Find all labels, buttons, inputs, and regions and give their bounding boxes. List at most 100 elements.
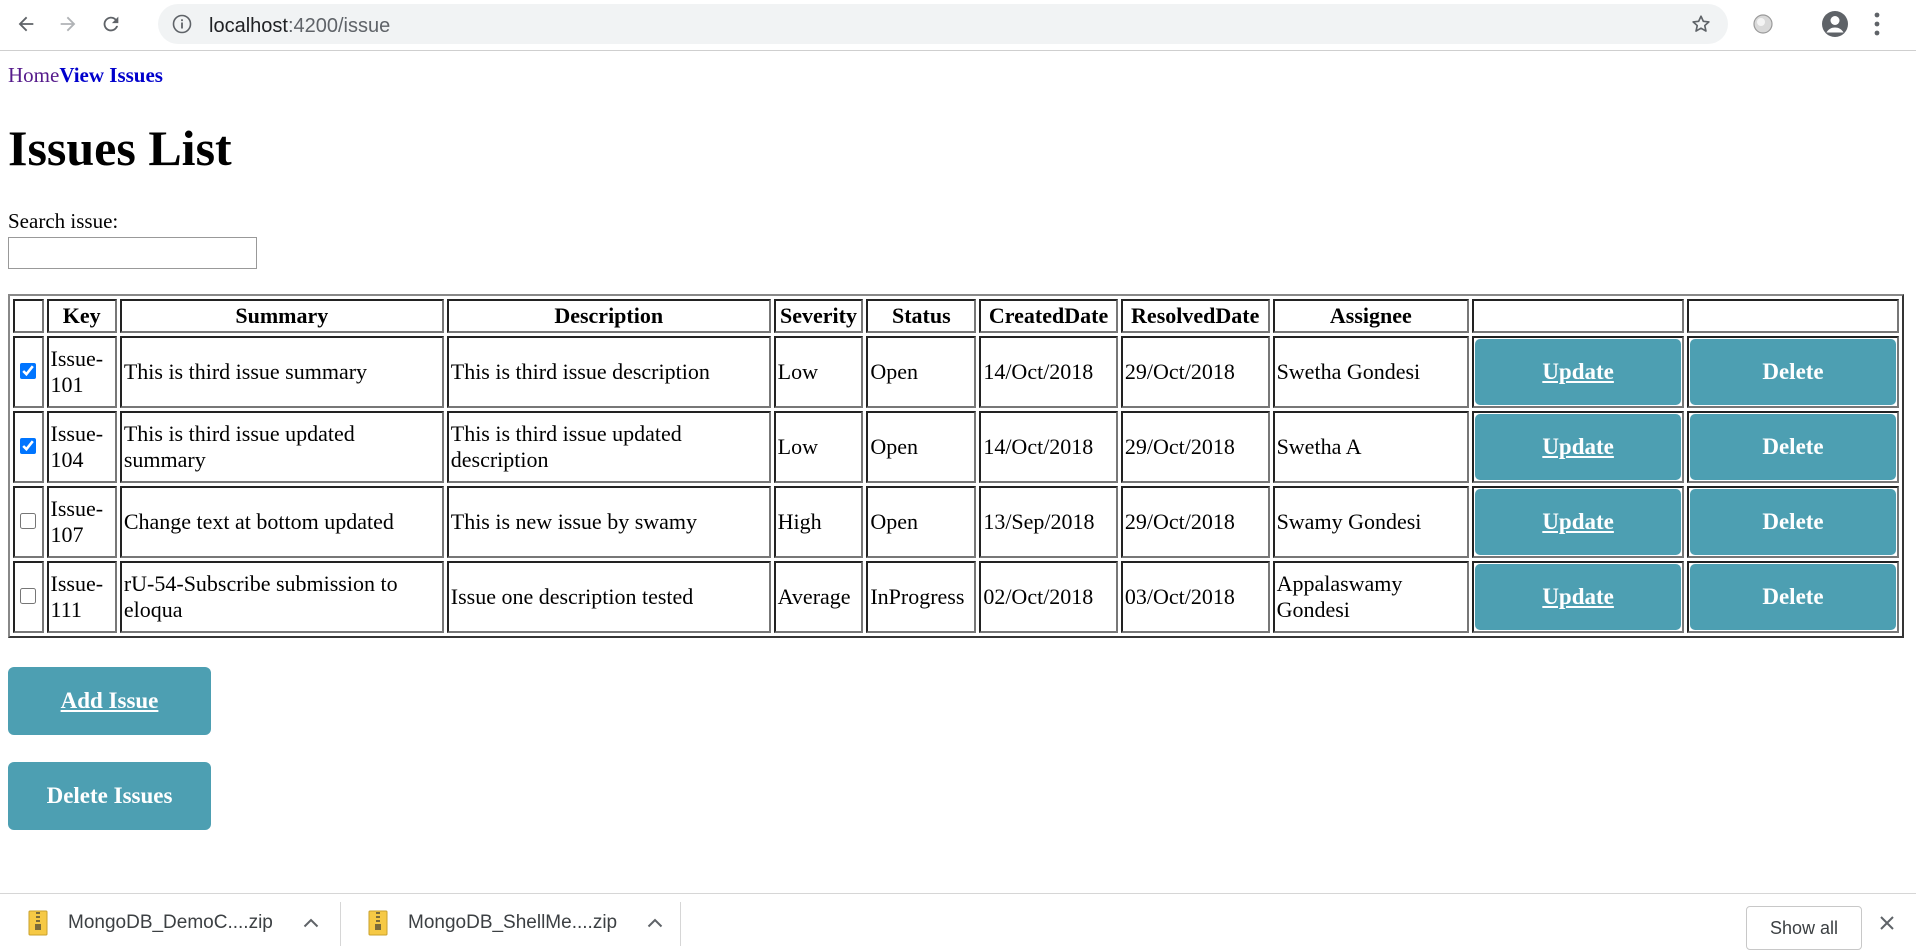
cell-resolved-date: 29/Oct/2018 [1120,486,1270,558]
url-path: :4200/issue [287,15,391,37]
cell-created-date: 14/Oct/2018 [979,411,1118,483]
menu-dots-icon[interactable] [1872,9,1882,44]
close-icon[interactable] [1878,914,1896,938]
nav-view-issues-link[interactable]: View Issues [59,63,163,87]
delete-cell: Delete [1687,411,1899,483]
show-all-button[interactable]: Show all [1746,906,1862,950]
download-item[interactable]: MongoDB_ShellMe....zip [368,894,663,951]
address-bar[interactable]: localhost:4200/issue [158,4,1728,44]
header-assignee: Assignee [1272,299,1470,333]
row-checkbox[interactable] [20,362,37,379]
download-name: MongoDB_DemoC....zip [68,911,273,933]
cell-severity: High [773,486,864,558]
star-icon[interactable] [1690,13,1712,40]
table-row: Issue-101 This is third issue summary Th… [13,336,1899,408]
update-cell: Update [1472,411,1685,483]
row-select-cell [13,561,44,633]
zip-file-icon [368,910,388,936]
cell-resolved-date: 29/Oct/2018 [1120,411,1270,483]
update-button[interactable]: Update [1475,414,1682,480]
delete-issues-button[interactable]: Delete Issues [8,762,211,830]
header-resolved-date: ResolvedDate [1120,299,1270,333]
cell-assignee: Appalaswamy Gondesi [1272,561,1470,633]
table-row: Issue-107 Change text at bottom updated … [13,486,1899,558]
cell-severity: Average [773,561,864,633]
browser-toolbar: localhost:4200/issue [0,0,1916,51]
update-button[interactable]: Update [1475,489,1682,555]
header-summary: Summary [119,299,444,333]
cell-summary: This is third issue summary [119,336,444,408]
delete-button[interactable]: Delete [1690,564,1896,630]
download-name: MongoDB_ShellMe....zip [408,911,618,933]
extension-icon[interactable] [1752,13,1774,40]
update-button[interactable]: Update [1475,339,1682,405]
add-issue-button[interactable]: Add Issue [8,667,211,735]
cell-assignee: Swetha Gondesi [1272,336,1470,408]
header-update [1472,299,1685,333]
update-button[interactable]: Update [1475,564,1682,630]
forward-arrow-icon[interactable] [52,8,84,40]
header-severity: Severity [773,299,864,333]
cell-status: InProgress [866,561,977,633]
search-input[interactable] [8,237,257,269]
delete-cell: Delete [1687,486,1899,558]
cell-created-date: 02/Oct/2018 [979,561,1118,633]
cell-summary: rU-54-Subscribe submission to eloqua [119,561,444,633]
update-cell: Update [1472,336,1685,408]
account-icon[interactable] [1820,9,1850,44]
cell-summary: Change text at bottom updated [119,486,444,558]
delete-button[interactable]: Delete [1690,414,1896,480]
row-checkbox[interactable] [20,587,37,604]
chevron-up-icon[interactable] [647,912,663,934]
chevron-up-icon[interactable] [303,912,319,934]
cell-severity: Low [773,336,864,408]
cell-created-date: 13/Sep/2018 [979,486,1118,558]
row-select-cell [13,336,44,408]
cell-summary: This is third issue updated summary [119,411,444,483]
row-select-cell [13,486,44,558]
cell-description: This is third issue description [446,336,771,408]
search-label: Search issue: [8,209,119,233]
nav-home-link[interactable]: Home [8,63,59,87]
delete-cell: Delete [1687,336,1899,408]
cell-description: Issue one description tested [446,561,771,633]
top-nav: HomeView Issues [8,63,163,88]
cell-description: This is new issue by swamy [446,486,771,558]
page-title: Issues List [8,120,232,176]
delete-button[interactable]: Delete [1690,489,1896,555]
header-key: Key [46,299,117,333]
cell-key: Issue-107 [46,486,117,558]
download-item[interactable]: MongoDB_DemoC....zip [28,894,319,951]
update-cell: Update [1472,486,1685,558]
issues-table: Key Summary Description Severity Status … [8,294,1904,638]
header-created-date: CreatedDate [979,299,1118,333]
header-select [13,299,44,333]
cell-assignee: Swetha A [1272,411,1470,483]
cell-assignee: Swamy Gondesi [1272,486,1470,558]
cell-resolved-date: 29/Oct/2018 [1120,336,1270,408]
reload-icon[interactable] [95,8,127,40]
url-text: localhost:4200/issue [209,15,390,38]
delete-button[interactable]: Delete [1690,339,1896,405]
cell-status: Open [866,411,977,483]
delete-cell: Delete [1687,561,1899,633]
row-checkbox[interactable] [20,512,37,529]
download-bar: MongoDB_DemoC....zip MongoDB_ShellMe....… [0,893,1916,950]
download-separator [680,902,681,946]
back-arrow-icon[interactable] [10,8,42,40]
table-row: Issue-111 rU-54-Subscribe submission to … [13,561,1899,633]
cell-status: Open [866,486,977,558]
cell-key: Issue-101 [46,336,117,408]
row-select-cell [13,411,44,483]
cell-status: Open [866,336,977,408]
update-cell: Update [1472,561,1685,633]
row-checkbox[interactable] [20,437,37,454]
cell-key: Issue-104 [46,411,117,483]
info-icon[interactable] [172,14,192,39]
cell-resolved-date: 03/Oct/2018 [1120,561,1270,633]
cell-severity: Low [773,411,864,483]
cell-key: Issue-111 [46,561,117,633]
url-host: localhost [209,15,288,37]
cell-created-date: 14/Oct/2018 [979,336,1118,408]
table-row: Issue-104 This is third issue updated su… [13,411,1899,483]
